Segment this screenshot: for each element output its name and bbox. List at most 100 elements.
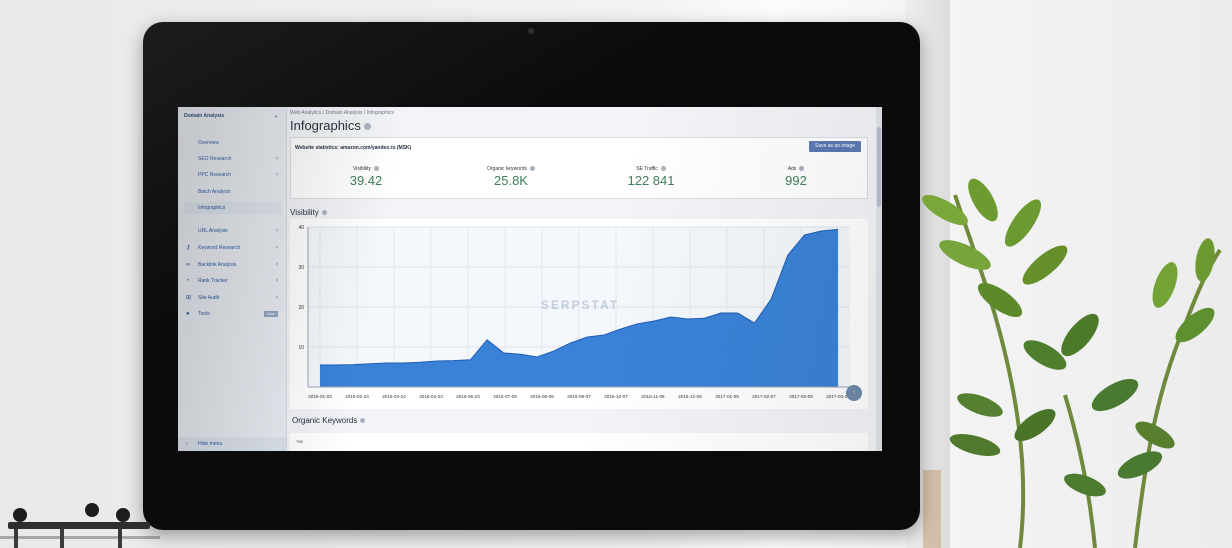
help-icon[interactable] (363, 123, 371, 131)
new-badge: New (263, 311, 278, 317)
monitor-screen: Domain Analysis ⌄ Overview SEO Research … (178, 107, 882, 451)
x-tick-label: 2016-04-23 (419, 394, 443, 399)
visibility-title-text: Visibility (290, 208, 319, 217)
sidebar-item-label: Infographics (198, 205, 226, 211)
x-tick-label: 2017-01-05 (715, 394, 739, 399)
sidebar-item-overview[interactable]: Overview (184, 137, 282, 149)
stat-label: Organic keywords (456, 166, 566, 172)
stat-organic-keywords: Organic keywords 25.8K (456, 166, 566, 188)
chevron-left-icon: ‹ (276, 295, 278, 301)
x-tick-label: 2016-09-07 (567, 394, 591, 399)
x-tick-label: 2016-10-07 (604, 394, 628, 399)
stats-panel: Website statistics: amazon.com/yandex.ru… (290, 137, 868, 199)
stat-value: 25.8K (494, 173, 528, 188)
sidebar-item-rank-tracker[interactable]: ◔ Rank Tracker ‹ (184, 275, 282, 287)
y-tick-label: 10 (298, 345, 304, 351)
x-tick-label: 2017-03-09 (789, 394, 813, 399)
help-icon[interactable] (799, 166, 805, 172)
sidebar-item-seo-research[interactable]: SEO Research ‹ (184, 153, 282, 165)
plant (922, 178, 1222, 548)
gauge-icon: ◔ (186, 278, 190, 284)
sidebar-item-label: PPC Research (198, 172, 232, 178)
key-icon: ⚷ (186, 245, 191, 251)
y-tick-label: 30 (298, 265, 304, 271)
sidebar-item-label: URL Analysis (198, 228, 228, 234)
chevron-left-icon: ‹ (276, 156, 278, 162)
x-tick-label: 2016-12-06 (678, 394, 702, 399)
sidebar-item-keyword-research[interactable]: ⚷ Keyword Research ‹ (184, 242, 282, 254)
stat-value: 122 841 (627, 173, 675, 188)
hide-menu-button[interactable]: ‹ Hide menu (178, 437, 286, 451)
sidebar-header[interactable]: Domain Analysis ⌄ (184, 113, 280, 127)
sidebar-item-label: SEO Research (198, 156, 232, 162)
stat-se-traffic: SE Traffic 122 841 (596, 166, 706, 188)
webcam (528, 28, 534, 34)
sidebar-item-label: Batch Analysis (198, 189, 231, 195)
stats-caption: Website statistics: amazon.com/yandex.ru… (295, 145, 412, 151)
save-as-image-button[interactable]: Save as an image (809, 141, 861, 152)
sitemap-icon: ⊞ (186, 295, 192, 301)
gear-icon: ● (186, 311, 190, 317)
sidebar-item-site-audit[interactable]: ⊞ Site Audit ‹ (184, 292, 282, 304)
organic-keywords-section-title: Organic Keywords (292, 416, 366, 425)
x-tick-label: 2016-03-24 (382, 394, 406, 399)
chevron-left-icon: ‹ (186, 441, 188, 447)
sidebar-item-label: Overview (198, 140, 219, 146)
sidebar-item-url-analysis[interactable]: URL Analysis ‹ (184, 225, 282, 237)
scroll-top-button[interactable]: ↑ (846, 385, 862, 401)
visibility-chart: 10 20 30 40 2016-01-03 2016-02-23 2016-03-24 20… (290, 219, 868, 409)
sidebar-item-label: Tools (198, 311, 210, 317)
help-icon[interactable] (360, 418, 366, 424)
stat-value: 39.42 (349, 173, 383, 188)
organic-keywords-chart: 70K (290, 433, 868, 451)
sidebar-item-ppc-research[interactable]: PPC Research ‹ (184, 169, 282, 181)
sidebar-item-label: Rank Tracker (198, 278, 228, 284)
visibility-chart-svg: 10 20 30 40 2016-01-03 2016-02-23 2016-03-24 20… (298, 225, 850, 399)
sidebar-item-batch-analysis[interactable]: Batch Analysis (184, 186, 282, 198)
stat-visibility: Visibility 39.42 (311, 166, 421, 188)
stat-label: SE Traffic (596, 166, 706, 172)
help-icon[interactable] (660, 166, 666, 172)
chevron-left-icon: ‹ (276, 172, 278, 178)
plant-leaves (922, 178, 1215, 497)
sidebar-item-label: Backlink Analysis (198, 262, 237, 268)
stat-label: Ads (741, 166, 851, 172)
desk-object (0, 503, 160, 548)
chevron-left-icon: ‹ (276, 278, 278, 284)
visibility-section-title: Visibility (290, 208, 327, 217)
sidebar-item-tools[interactable]: ● Tools New (184, 308, 282, 320)
serpstat-watermark: SERPSTAT (541, 298, 619, 312)
y-tick-label: 40 (298, 225, 304, 231)
y-tick-label: 20 (298, 305, 304, 311)
sidebar-item-label: Keyword Research (198, 245, 241, 251)
stat-label: Visibility (311, 166, 421, 172)
chevron-left-icon: ‹ (276, 262, 278, 268)
sidebar-header-label: Domain Analysis (184, 113, 225, 119)
hide-menu-label: Hide menu (198, 441, 223, 447)
x-tick-label: 2016-01-03 (308, 394, 332, 399)
link-icon: ∞ (186, 262, 191, 268)
scrollbar[interactable] (876, 107, 882, 451)
chevron-down-icon: ⌄ (273, 113, 278, 119)
sidebar: Domain Analysis ⌄ Overview SEO Research … (178, 107, 287, 451)
page-title: Infographics (290, 118, 371, 133)
organic-title-text: Organic Keywords (292, 416, 358, 425)
x-tick-label: 2016-05-23 (456, 394, 480, 399)
help-icon[interactable] (373, 166, 379, 172)
main-content: Web Analytics / Domain Analysis / Infogr… (288, 107, 880, 451)
chevron-left-icon: ‹ (276, 245, 278, 251)
chevron-left-icon: ‹ (276, 228, 278, 234)
help-icon[interactable] (530, 166, 535, 172)
sidebar-item-backlink-analysis[interactable]: ∞ Backlink Analysis ‹ (184, 259, 282, 271)
x-tick-label: 2016-08-08 (530, 394, 554, 399)
stat-ads: Ads 992 (741, 166, 851, 188)
breadcrumb: Web Analytics / Domain Analysis / Infogr… (290, 110, 394, 116)
y-tick-label: 70K (296, 439, 304, 444)
help-icon[interactable] (321, 210, 327, 216)
page-title-text: Infographics (290, 118, 361, 133)
stat-value: 992 (785, 173, 807, 188)
x-tick-label: 2016-11-06 (641, 394, 665, 399)
x-tick-label: 2016-07-09 (493, 394, 517, 399)
sidebar-item-infographics[interactable]: Infographics (184, 202, 282, 214)
x-tick-label: 2016-02-23 (345, 394, 369, 399)
